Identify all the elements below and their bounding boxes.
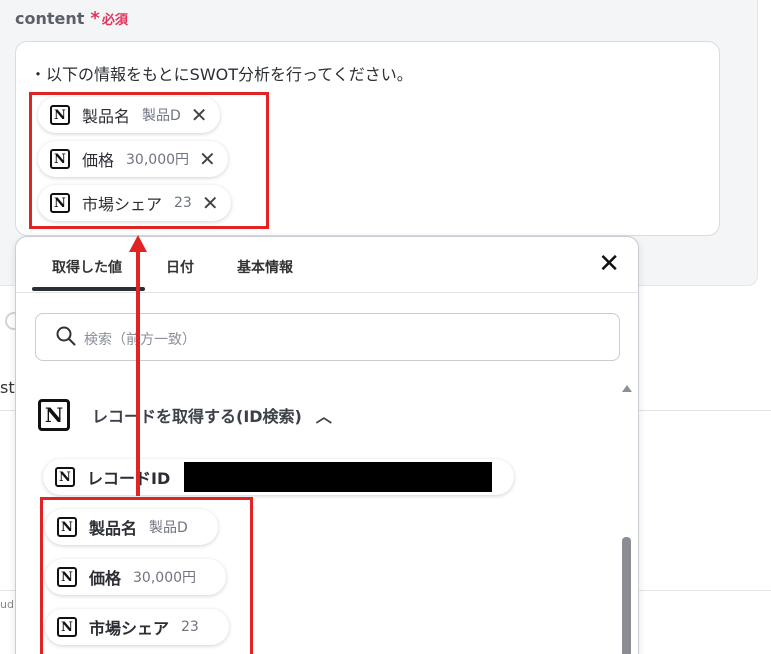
inserted-chip-market-share[interactable]: N 市場シェア 23 ✕ (38, 185, 231, 221)
annotation-arrow-line (136, 251, 140, 496)
tab-date[interactable]: 日付 (166, 257, 194, 277)
required-star: * (90, 8, 100, 29)
notion-icon: N (38, 399, 70, 431)
inserted-chip-price[interactable]: N 価格 30,000円 ✕ (38, 141, 228, 177)
scrollbar-thumb[interactable] (622, 537, 631, 654)
edge-small-text: ud (0, 598, 14, 611)
item-price[interactable]: N 価格 30,000円 (45, 559, 227, 595)
item-value: 製品D (149, 520, 188, 536)
notion-icon: N (50, 193, 70, 213)
active-tab-indicator (32, 287, 145, 291)
item-label: 市場シェア (89, 619, 170, 638)
notion-icon: N (50, 149, 70, 169)
chip-value: 23 (174, 195, 192, 211)
notion-icon: N (57, 567, 77, 587)
scroll-up-icon[interactable] (622, 385, 632, 392)
arrow-up-icon (129, 235, 147, 252)
content-field-label: content * 必須 (15, 8, 128, 29)
item-market-share[interactable]: N 市場シェア 23 (45, 609, 229, 645)
chevron-up-icon[interactable]: ︿ (316, 403, 332, 427)
divider (0, 410, 16, 411)
chip-value: 30,000円 (126, 152, 190, 168)
remove-chip-icon[interactable]: ✕ (191, 105, 208, 125)
chip-label: 製品名 (82, 107, 131, 126)
redacted-value (184, 462, 493, 492)
tab-retrieved-values[interactable]: 取得した値 (52, 257, 122, 277)
item-label: 価格 (89, 569, 122, 588)
item-product-name[interactable]: N 製品名 製品D (45, 509, 218, 545)
tab-basic-info[interactable]: 基本情報 (237, 257, 293, 277)
remove-chip-icon[interactable]: ✕ (199, 149, 216, 169)
item-label: レコードID (87, 469, 171, 488)
chip-label: 価格 (82, 151, 115, 170)
notion-icon: N (57, 617, 77, 637)
inserted-chip-product-name[interactable]: N 製品名 製品D ✕ (38, 97, 220, 133)
notion-icon: N (50, 105, 70, 125)
chip-value: 製品D (142, 108, 181, 124)
section-header[interactable]: N レコードを取得する(ID検索) ︿ (38, 399, 332, 431)
divider (638, 590, 771, 591)
item-value: 30,000円 (133, 570, 197, 586)
chip-label: 市場シェア (82, 195, 163, 214)
item-value: 23 (181, 619, 199, 635)
notion-icon: N (55, 467, 75, 487)
notion-icon: N (57, 517, 77, 537)
section-title: レコードを取得する(ID検索) (92, 407, 302, 426)
field-label-text: content (15, 9, 85, 28)
item-record-id[interactable]: N レコードID (43, 459, 514, 495)
search-placeholder: 検索（前方一致） (84, 332, 196, 348)
content-text-line: ・以下の情報をもとにSWOT分析を行ってください。 (30, 65, 413, 84)
required-badge: 必須 (101, 13, 128, 28)
search-icon (56, 326, 76, 346)
divider (638, 410, 771, 411)
item-label: 製品名 (89, 519, 138, 538)
search-input[interactable]: 検索（前方一致） (35, 313, 620, 361)
close-icon[interactable]: ✕ (598, 251, 620, 277)
edge-text: st (0, 378, 15, 397)
remove-chip-icon[interactable]: ✕ (202, 193, 219, 213)
panel-tabs: 取得した値 日付 基本情報 ✕ (16, 237, 638, 293)
divider (0, 590, 16, 591)
